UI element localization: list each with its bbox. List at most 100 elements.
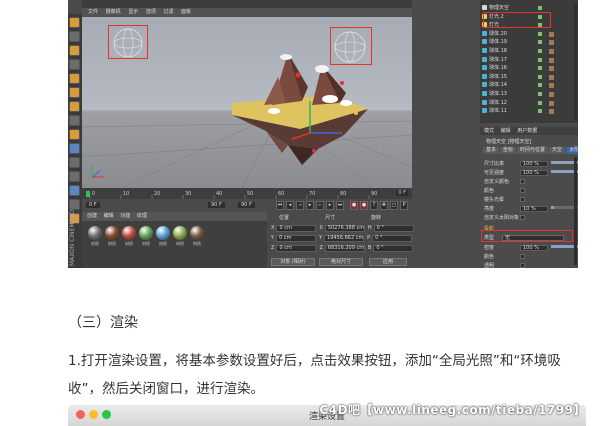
enabled-check-icon[interactable] [538, 31, 542, 36]
size-field[interactable]: 19456.662 cm [324, 235, 365, 242]
coord-mode-select[interactable]: 对象 (相对) [271, 258, 315, 266]
attr-menu-item[interactable]: 模式 [484, 128, 494, 134]
scale-key-icon[interactable]: ◻ [390, 201, 398, 210]
size-field[interactable]: 50276.388 cm [324, 225, 365, 232]
end-frame-field-2[interactable]: 90 F [238, 202, 255, 208]
points-mode-icon[interactable] [69, 73, 80, 84]
object-scrollbar[interactable] [574, 4, 577, 120]
menu-item[interactable]: 面板 [181, 9, 191, 15]
attribute-value-field[interactable]: 10 % [520, 206, 548, 212]
material-ball[interactable] [190, 226, 204, 240]
rotation-field[interactable]: 0 ° [372, 235, 413, 242]
3d-viewport[interactable] [82, 17, 412, 188]
enabled-check-icon[interactable] [538, 83, 542, 88]
autokey-button[interactable]: ● [360, 201, 368, 210]
object-row[interactable]: 球体.20 [482, 30, 576, 38]
attribute-tab[interactable]: 时间与位置 [517, 147, 549, 154]
go-end-button[interactable]: ⏭ [336, 201, 344, 210]
enabled-check-icon[interactable] [538, 49, 542, 53]
object-row[interactable]: 球体.14 [482, 82, 576, 89]
attribute-tab[interactable]: 基本 [483, 147, 500, 154]
material-tag-icon[interactable] [549, 74, 554, 80]
next-frame-button[interactable]: ▹ [316, 201, 324, 210]
material-ball[interactable] [88, 226, 102, 240]
attribute-checkbox[interactable] [520, 254, 525, 259]
attribute-checkbox[interactable] [520, 179, 525, 184]
material-menu-item[interactable]: 功能 [120, 213, 130, 219]
attr-menu-item[interactable]: 编辑 [501, 128, 511, 134]
object-row[interactable]: 球体.17 [482, 56, 576, 64]
material-tag-icon[interactable] [549, 31, 554, 37]
move-key-icon[interactable]: ✥ [380, 201, 388, 210]
material-menu-item[interactable]: 创建 [87, 213, 97, 219]
model-mode-icon[interactable] [69, 31, 80, 42]
material-ball[interactable] [173, 226, 187, 240]
make-editable-icon[interactable] [69, 17, 80, 28]
end-frame-field[interactable]: 90 F [208, 202, 225, 208]
enabled-check-icon[interactable] [538, 40, 542, 45]
attribute-tab[interactable]: 太阳 [566, 147, 578, 154]
material-ball[interactable] [105, 226, 119, 240]
material-tag-icon[interactable] [549, 49, 554, 54]
material-ball[interactable] [122, 226, 136, 240]
position-field[interactable]: 0 cm [276, 235, 317, 242]
go-start-button[interactable]: ⏮ [276, 201, 284, 210]
material-menu-item[interactable]: 纹理 [137, 213, 147, 219]
position-field[interactable]: 0 cm [276, 245, 317, 252]
object-row[interactable]: 球体.19 [482, 39, 576, 46]
enabled-check-icon[interactable] [538, 66, 542, 71]
material-ball[interactable] [156, 226, 170, 240]
axis-mode-icon[interactable] [69, 129, 80, 140]
next-key-button[interactable]: ▸ [326, 201, 334, 210]
position-field[interactable]: 0 cm [276, 225, 317, 232]
attribute-tab[interactable]: 坐标 [500, 147, 517, 154]
enabled-check-icon[interactable] [538, 92, 542, 96]
menu-item[interactable]: 过滤 [163, 9, 173, 15]
object-row[interactable]: 球体.11 [482, 108, 576, 115]
object-row[interactable]: 球体.12 [482, 99, 576, 107]
menu-item[interactable]: 摄像机 [106, 9, 121, 15]
material-tag-icon[interactable] [549, 66, 554, 72]
prev-key-button[interactable]: ◂ [286, 201, 294, 210]
object-row[interactable]: 球体.13 [482, 91, 576, 98]
enabled-check-icon[interactable] [538, 57, 542, 62]
lock-icon[interactable] [69, 157, 80, 168]
attribute-checkbox[interactable] [520, 215, 525, 220]
polygons-mode-icon[interactable] [69, 101, 80, 112]
object-row[interactable]: 球体.15 [482, 73, 576, 81]
material-tag-icon[interactable] [549, 57, 554, 63]
rotation-field[interactable]: 0 ° [373, 225, 414, 232]
enabled-check-icon[interactable] [538, 109, 542, 114]
size-field[interactable]: 68316.209 cm [324, 245, 365, 252]
attribute-value-field[interactable]: 100 % [520, 170, 548, 176]
play-button[interactable]: ▸ [306, 201, 314, 210]
attribute-value-field[interactable]: 100 % [520, 245, 548, 251]
param-key-icon[interactable]: P [400, 201, 408, 210]
material-tag-icon[interactable] [549, 109, 554, 115]
menu-item[interactable]: 文件 [88, 9, 98, 15]
material-tag-icon[interactable] [549, 40, 554, 46]
attribute-checkbox[interactable] [520, 197, 525, 202]
workplane-icon[interactable] [69, 59, 80, 70]
paint-icon[interactable] [69, 185, 80, 196]
object-row[interactable]: 球体.18 [482, 48, 576, 55]
attr-menu-item[interactable]: 用户数据 [517, 128, 537, 134]
attribute-tab[interactable]: 天空 [549, 147, 566, 154]
prev-frame-button[interactable]: ◃ [296, 201, 304, 210]
snap-icon[interactable] [69, 115, 80, 126]
attribute-checkbox[interactable] [520, 263, 525, 268]
apply-button[interactable]: 应用 [369, 258, 407, 266]
attribute-value-field[interactable]: 100 % [520, 161, 548, 167]
attribute-scrollbar[interactable] [574, 157, 577, 265]
texture-mode-icon[interactable] [69, 45, 80, 56]
keyframe-button[interactable]: ? [370, 201, 378, 210]
rotation-field[interactable]: 0 ° [373, 245, 414, 252]
record-button[interactable]: ● [350, 201, 358, 210]
material-tag-icon[interactable] [549, 100, 554, 106]
magnet-icon[interactable] [69, 171, 80, 182]
start-frame-field[interactable]: 0 F [86, 202, 100, 208]
enabled-check-icon[interactable] [538, 6, 542, 10]
enabled-check-icon[interactable] [538, 100, 542, 105]
object-row[interactable]: 球体.16 [482, 65, 576, 72]
size-mode-select[interactable]: 绝对尺寸 [319, 258, 363, 266]
